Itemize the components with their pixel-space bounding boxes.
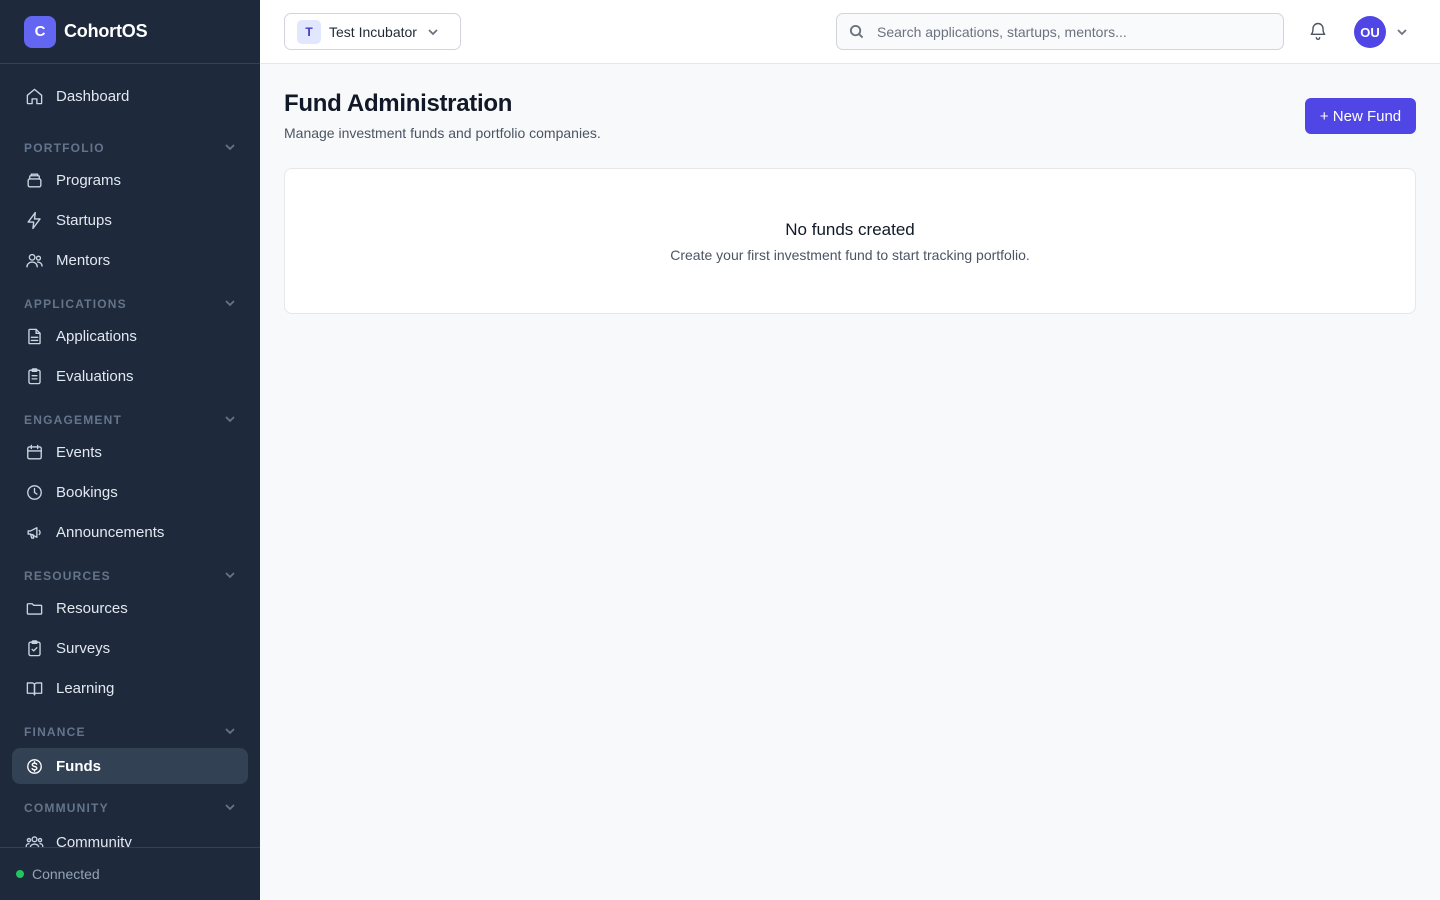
search-bar <box>836 13 1284 50</box>
org-badge: T <box>297 19 321 44</box>
sidebar-item-label: Programs <box>56 171 122 189</box>
section-label: PORTFOLIO <box>24 141 105 155</box>
brand-logo: C <box>24 15 56 48</box>
sidebar-item-label: Funds <box>56 757 101 775</box>
chevron-down-icon <box>224 413 236 428</box>
connection-status: Connected <box>0 847 260 900</box>
calendar-icon <box>24 442 44 462</box>
sidebar-item-label: Evaluations <box>56 367 134 385</box>
dollar-circle-icon <box>24 756 44 776</box>
section-portfolio[interactable]: PORTFOLIO <box>24 138 236 158</box>
sidebar-item-surveys[interactable]: Surveys <box>12 630 248 666</box>
brand[interactable]: C CohortOS <box>0 0 260 64</box>
section-label: APPLICATIONS <box>24 297 127 311</box>
folder-icon <box>24 598 44 618</box>
sidebar-item-community[interactable]: Community <box>12 824 248 847</box>
sidebar-item-learning[interactable]: Learning <box>12 670 248 706</box>
empty-state-card: No funds created Create your first inves… <box>284 168 1416 314</box>
sidebar-item-applications[interactable]: Applications <box>12 318 248 354</box>
sidebar-item-label: Surveys <box>56 639 111 657</box>
megaphone-icon <box>24 522 44 542</box>
sidebar-item-label: Bookings <box>56 483 118 501</box>
sidebar-item-label: Resources <box>56 599 128 617</box>
empty-state-title: No funds created <box>785 220 915 239</box>
sidebar-item-startups[interactable]: Startups <box>12 202 248 238</box>
brand-name: CohortOS <box>64 21 148 41</box>
chevron-down-icon <box>426 25 440 39</box>
chevron-down-icon <box>224 569 236 584</box>
empty-state-description: Create your first investment fund to sta… <box>670 247 1030 263</box>
org-name: Test Incubator <box>329 23 417 40</box>
section-engagement[interactable]: ENGAGEMENT <box>24 410 236 430</box>
sidebar-item-evaluations[interactable]: Evaluations <box>12 358 248 394</box>
org-switcher[interactable]: T Test Incubator <box>284 13 461 50</box>
chevron-down-icon <box>224 141 236 156</box>
sidebar-item-dashboard[interactable]: Dashboard <box>12 78 248 114</box>
sidebar-item-label: Learning <box>56 679 115 697</box>
sidebar-item-announcements[interactable]: Announcements <box>12 514 248 550</box>
section-community[interactable]: COMMUNITY <box>24 798 236 818</box>
sidebar-item-mentors[interactable]: Mentors <box>12 242 248 278</box>
sidebar-item-label: Community <box>56 833 132 848</box>
section-label: ENGAGEMENT <box>24 413 123 427</box>
layers-icon <box>24 170 44 190</box>
document-icon <box>24 326 44 346</box>
chevron-down-icon <box>224 801 236 816</box>
sidebar-item-programs[interactable]: Programs <box>12 162 248 198</box>
sidebar-item-label: Mentors <box>56 251 111 269</box>
home-icon <box>24 86 44 106</box>
section-label: FINANCE <box>24 725 86 739</box>
sidebar-item-events[interactable]: Events <box>12 434 248 470</box>
sidebar-item-label: Announcements <box>56 523 165 541</box>
sidebar-item-bookings[interactable]: Bookings <box>12 474 248 510</box>
chevron-down-icon <box>224 297 236 312</box>
book-open-icon <box>24 678 44 698</box>
section-applications[interactable]: APPLICATIONS <box>24 294 236 314</box>
avatar[interactable]: OU <box>1354 16 1386 48</box>
new-fund-button[interactable]: + New Fund <box>1305 98 1416 134</box>
clipboard-check-icon <box>24 638 44 658</box>
sidebar-item-label: Applications <box>56 327 137 345</box>
chevron-down-icon <box>224 725 236 740</box>
section-finance[interactable]: FINANCE <box>24 722 236 742</box>
sidebar-item-label: Dashboard <box>56 87 130 105</box>
users-icon <box>24 250 44 270</box>
status-dot <box>16 870 24 878</box>
user-menu-chevron-icon[interactable] <box>1395 25 1409 39</box>
clock-icon <box>24 482 44 502</box>
status-label: Connected <box>32 866 100 882</box>
sidebar-item-label: Startups <box>56 211 112 229</box>
users-group-icon <box>24 832 44 847</box>
sidebar: C CohortOS Dashboard PORTFOLIO Programs … <box>0 0 260 900</box>
sidebar-item-resources[interactable]: Resources <box>12 590 248 626</box>
section-label: RESOURCES <box>24 569 111 583</box>
sidebar-item-funds[interactable]: Funds <box>12 748 248 784</box>
search-icon <box>849 24 864 39</box>
section-label: COMMUNITY <box>24 801 109 815</box>
bolt-icon <box>24 210 44 230</box>
section-resources[interactable]: RESOURCES <box>24 566 236 586</box>
topbar: T Test Incubator OU <box>260 0 1440 64</box>
sidebar-item-label: Events <box>56 443 102 461</box>
sidebar-nav: Dashboard PORTFOLIO Programs Startups Me… <box>0 64 260 847</box>
page-title: Fund Administration <box>284 90 513 117</box>
search-input[interactable] <box>837 14 1283 49</box>
bell-icon[interactable] <box>1308 21 1328 41</box>
page-subtitle: Manage investment funds and portfolio co… <box>284 125 601 141</box>
clipboard-icon <box>24 366 44 386</box>
